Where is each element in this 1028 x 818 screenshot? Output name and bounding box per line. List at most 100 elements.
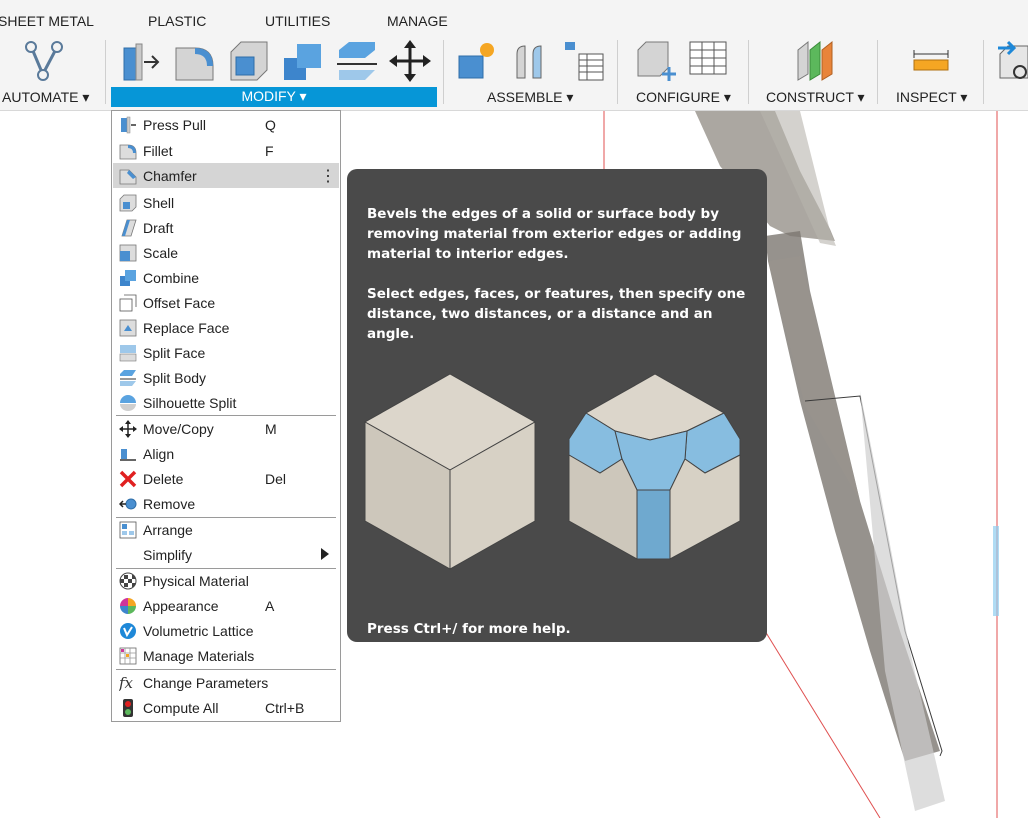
menu-item-move-copy[interactable]: Move/Copy M [113, 416, 339, 441]
tab-utilities[interactable]: UTILITIES [265, 13, 330, 29]
menu-item-offset-face[interactable]: Offset Face [113, 290, 339, 315]
menu-item-label: Silhouette Split [143, 395, 237, 411]
menu-item-shortcut: A [265, 598, 275, 614]
construct-group-label[interactable]: CONSTRUCT ▾ [766, 89, 865, 106]
menu-item-simplify[interactable]: Simplify [113, 542, 339, 567]
menu-item-remove[interactable]: Remove [113, 491, 339, 516]
split-body-icon [120, 370, 136, 386]
scale-icon [119, 244, 137, 262]
measure-icon[interactable] [912, 48, 950, 76]
press-pull-icon[interactable] [120, 42, 162, 82]
modify-group-label[interactable]: MODIFY ▾ [111, 87, 437, 107]
split-face-icon [119, 345, 137, 362]
divider [877, 40, 878, 104]
menu-item-silhouette-split[interactable]: Silhouette Split [113, 390, 339, 415]
menu-item-fillet[interactable]: Fillet F [113, 138, 339, 163]
menu-item-label: Chamfer [143, 168, 197, 184]
menu-item-split-body[interactable]: Split Body [113, 365, 339, 390]
combine-icon [120, 270, 136, 286]
menu-item-label: Combine [143, 270, 200, 286]
fillet-icon [119, 144, 137, 160]
view-edge-marker [993, 526, 999, 616]
menu-item-replace-face[interactable]: Replace Face [113, 315, 339, 340]
menu-item-delete[interactable]: Delete Del [113, 466, 339, 491]
menu-item-label: Compute All [143, 700, 219, 716]
menu-item-label: Split Face [143, 345, 206, 361]
silhouette-split-icon [120, 395, 136, 411]
configure-group-label[interactable]: CONFIGURE ▾ [636, 89, 731, 106]
automate-icon[interactable] [22, 40, 66, 84]
menu-item-chamfer[interactable]: Chamfer ⋮ [113, 163, 339, 188]
manage-materials-icon [119, 647, 137, 665]
configuration-table-icon[interactable] [688, 40, 732, 82]
modify-dropdown-menu: Press Pull Q Fillet F Chamfer ⋮ Shell Dr… [111, 110, 341, 722]
menu-item-label: Physical Material [143, 573, 249, 589]
press-pull-icon [121, 116, 136, 134]
chamfer-icon [119, 169, 137, 185]
menu-item-change-parameters[interactable]: fx Change Parameters [113, 670, 339, 695]
assemble-group-label[interactable]: ASSEMBLE ▾ [487, 89, 573, 106]
menu-item-label: Scale [143, 245, 179, 261]
bill-of-materials-icon[interactable] [563, 40, 607, 82]
chamfer-illustration [363, 373, 741, 570]
menu-item-align[interactable]: Align [113, 441, 339, 466]
automate-group-label[interactable]: AUTOMATE ▾ [2, 89, 89, 106]
divider [983, 40, 984, 104]
tab-manage[interactable]: MANAGE [387, 13, 448, 29]
menu-item-shell[interactable]: Shell [113, 190, 339, 215]
remove-icon [119, 498, 137, 510]
move-icon [119, 420, 137, 438]
tab-plastic[interactable]: PLASTIC [148, 13, 206, 29]
menu-item-label: Arrange [143, 522, 193, 538]
menu-item-label: Align [143, 446, 175, 462]
menu-item-arrange[interactable]: Arrange [113, 517, 339, 542]
tab-sheet-metal[interactable]: SHEET METAL [0, 13, 94, 29]
menu-item-label: Change Parameters [143, 675, 269, 691]
menu-item-label: Shell [143, 195, 175, 211]
menu-item-physical-material[interactable]: Physical Material [113, 568, 339, 593]
configure-icon[interactable] [634, 40, 678, 82]
menu-item-combine[interactable]: Combine [113, 265, 339, 290]
insert-icon[interactable] [998, 40, 1028, 84]
menu-item-manage-materials[interactable]: Manage Materials [113, 643, 339, 668]
menu-item-draft[interactable]: Draft [113, 215, 339, 240]
inspect-group-label[interactable]: INSPECT ▾ [896, 89, 967, 106]
tooltip-description: Bevels the edges of a solid or surface b… [367, 206, 742, 262]
plain-cube-image [363, 373, 537, 570]
new-component-icon[interactable] [457, 40, 497, 82]
toolbar: SHEET METAL PLASTIC UTILITIES MANAGE AUT… [0, 0, 1028, 111]
menu-item-label: Delete [143, 471, 184, 487]
menu-item-label: Simplify [143, 547, 193, 563]
menu-item-label: Remove [143, 496, 196, 512]
fillet-icon[interactable] [173, 40, 217, 82]
menu-item-press-pull[interactable]: Press Pull Q [113, 112, 339, 137]
more-options-icon[interactable]: ⋮ [320, 166, 336, 186]
menu-item-compute-all[interactable]: Compute All Ctrl+B [113, 695, 339, 720]
divider [443, 40, 444, 104]
menu-item-label: Offset Face [143, 295, 216, 311]
align-icon [120, 449, 136, 461]
combine-icon[interactable] [281, 40, 325, 82]
menu-item-appearance[interactable]: Appearance A [113, 593, 339, 618]
move-icon[interactable] [389, 40, 433, 82]
draft-icon [121, 219, 137, 237]
menu-item-label: Press Pull [143, 117, 207, 133]
physical-material-icon [119, 572, 137, 590]
joint-icon[interactable] [511, 40, 551, 82]
chamfer-tooltip: Bevels the edges of a solid or surface b… [347, 169, 767, 642]
menu-item-volumetric-lattice[interactable]: Volumetric Lattice [113, 618, 339, 643]
split-body-icon[interactable] [335, 40, 379, 82]
shell-icon[interactable] [227, 40, 271, 82]
tooltip-help-hint: Press Ctrl+/ for more help. [367, 621, 571, 637]
menu-item-scale[interactable]: Scale [113, 240, 339, 265]
menu-item-split-face[interactable]: Split Face [113, 340, 339, 365]
submenu-arrow-icon [321, 548, 329, 560]
menu-item-label: Move/Copy [143, 421, 214, 437]
svg-text:fx: fx [119, 674, 134, 692]
tooltip-instructions: Select edges, faces, or features, then s… [367, 286, 746, 342]
shell-icon [119, 194, 137, 212]
offset-plane-icon[interactable] [792, 40, 836, 82]
menu-item-label: Replace Face [143, 320, 230, 336]
menu-item-shortcut: Q [265, 117, 276, 133]
menu-item-shortcut: Del [265, 471, 287, 487]
